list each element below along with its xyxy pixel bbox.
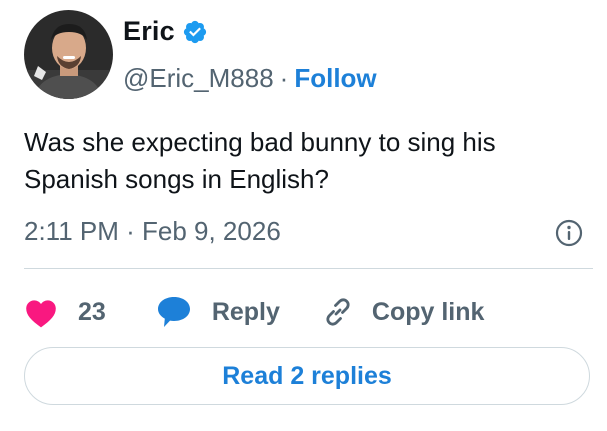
like-action[interactable]: 23 bbox=[24, 297, 106, 328]
separator-dot: · bbox=[279, 63, 289, 93]
copy-link-label: Copy link bbox=[371, 297, 485, 326]
tweet-text: Was she expecting bad bunny to sing his … bbox=[24, 127, 496, 194]
divider bbox=[24, 268, 593, 269]
tweet-timestamp[interactable]: 2:11 PM · Feb 9, 2026 bbox=[24, 216, 281, 247]
heart-icon bbox=[26, 299, 56, 327]
action-bar: 23 Reply Copy link bbox=[24, 293, 484, 331]
author-handle[interactable]: @Eric_M888 bbox=[123, 63, 274, 94]
author-display-name[interactable]: Eric bbox=[123, 16, 175, 47]
author-name-row: Eric bbox=[123, 16, 208, 47]
profile-photo bbox=[24, 10, 113, 99]
reply-label: Reply bbox=[211, 297, 280, 326]
link-icon bbox=[326, 298, 350, 326]
reply-button[interactable]: Reply bbox=[156, 295, 280, 329]
verified-badge-icon bbox=[183, 20, 206, 43]
info-icon[interactable] bbox=[554, 218, 584, 248]
read-replies-button[interactable]: Read 2 replies bbox=[24, 347, 590, 405]
like-count: 23 bbox=[78, 297, 106, 326]
author-handle-row: @Eric_M888 · Follow bbox=[123, 63, 377, 94]
copy-link-button[interactable]: Copy link bbox=[322, 296, 485, 328]
speech-bubble-icon bbox=[157, 297, 190, 327]
follow-button[interactable]: Follow bbox=[294, 63, 376, 94]
avatar[interactable] bbox=[24, 10, 113, 99]
